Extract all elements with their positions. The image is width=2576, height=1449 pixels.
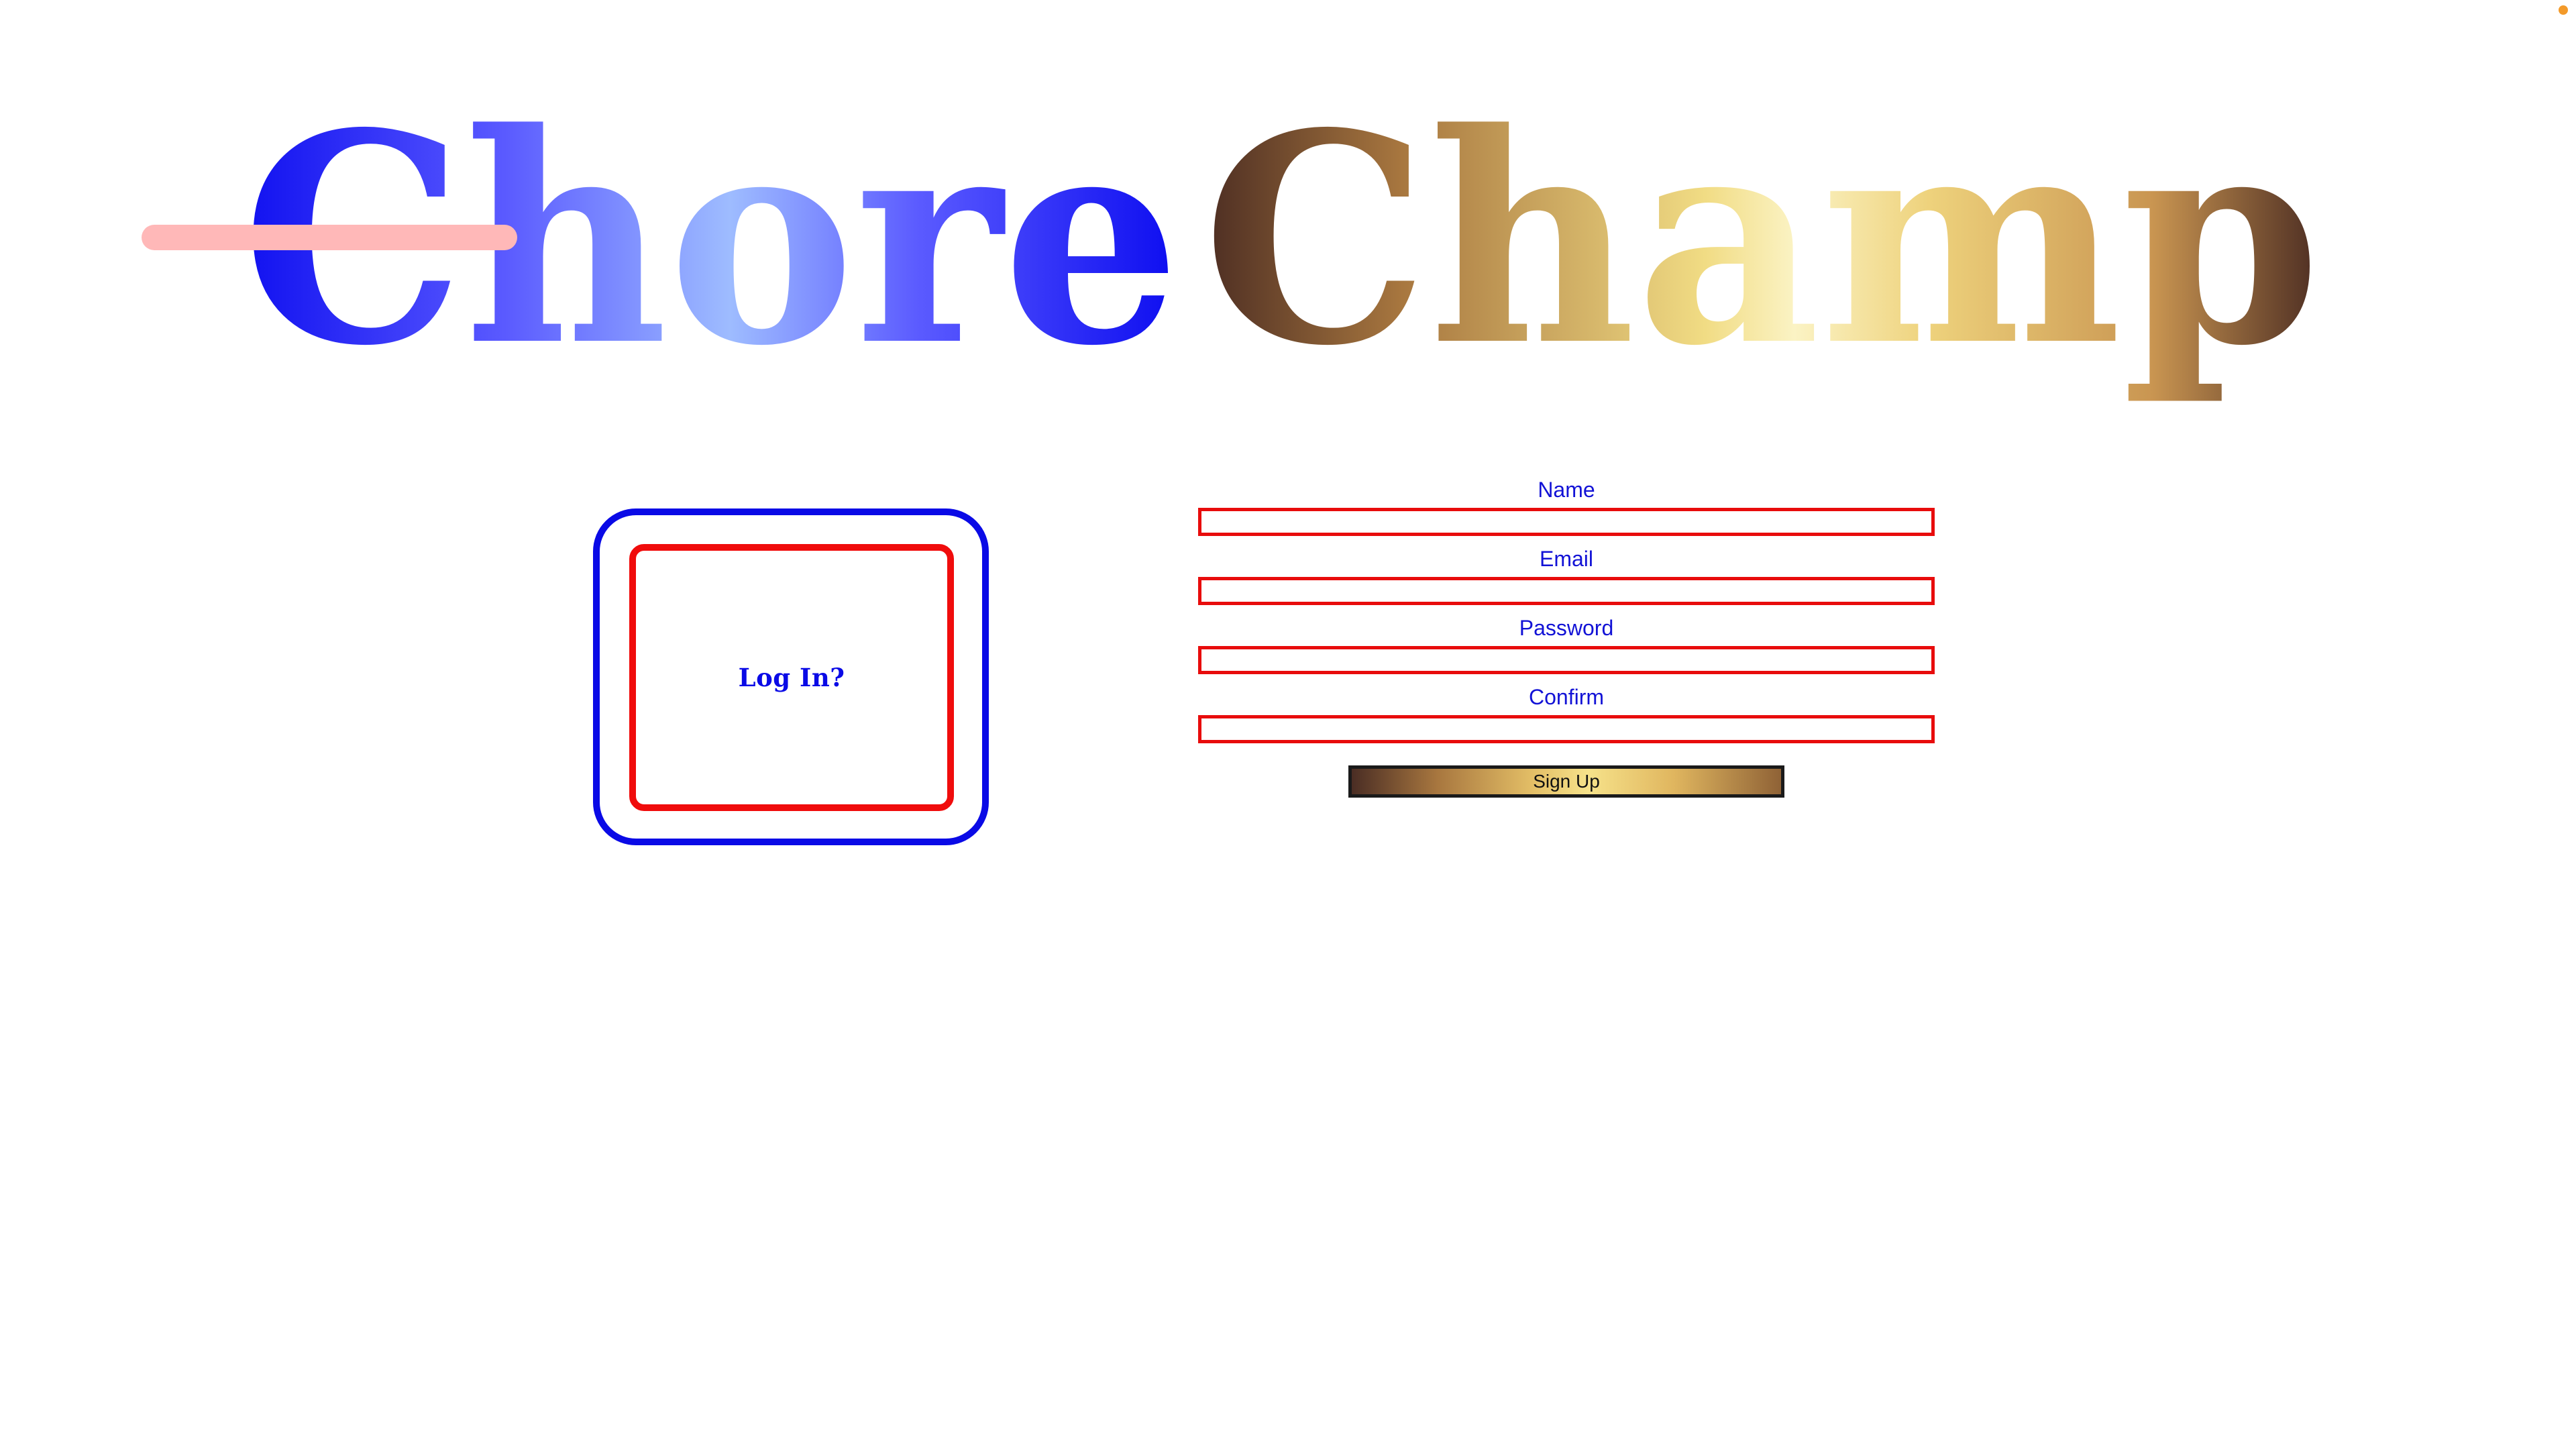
email-label: Email — [1539, 547, 1593, 571]
signup-button[interactable]: Sign Up — [1348, 765, 1784, 798]
email-field-group: Email — [1198, 541, 1935, 610]
app-logo: Chore Champ — [0, 87, 2576, 436]
status-dot — [2559, 5, 2568, 15]
login-button[interactable]: Log In? — [629, 544, 954, 811]
signup-form: Name Email Password Confirm Sign Up — [1198, 472, 1935, 798]
password-input[interactable] — [1198, 646, 1935, 674]
password-field-group: Password — [1198, 610, 1935, 680]
confirm-password-input[interactable] — [1198, 715, 1935, 743]
name-input[interactable] — [1198, 508, 1935, 536]
confirm-field-group: Confirm — [1198, 680, 1935, 749]
logo-champ: Champ — [1202, 87, 2321, 409]
logo-graphic: Chore Champ — [142, 87, 2321, 409]
password-label: Password — [1519, 616, 1614, 640]
confirm-label: Confirm — [1528, 685, 1604, 709]
name-field-group: Name — [1198, 472, 1935, 541]
login-label: Log In? — [738, 663, 845, 692]
name-label: Name — [1538, 478, 1595, 502]
email-input[interactable] — [1198, 577, 1935, 605]
